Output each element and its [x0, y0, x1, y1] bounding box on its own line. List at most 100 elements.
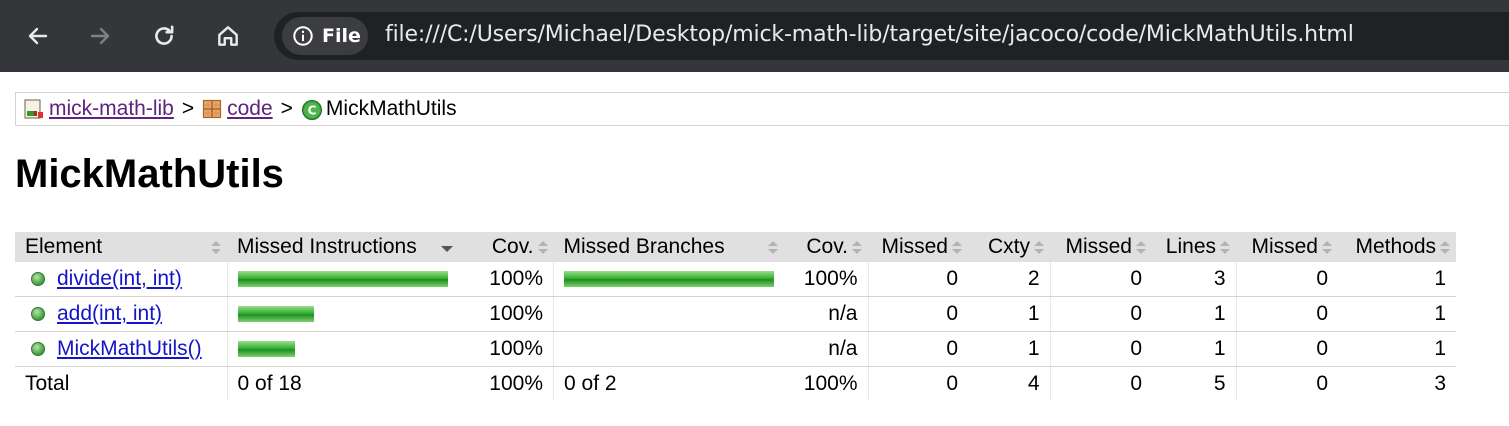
report-icon [24, 99, 44, 119]
home-button[interactable] [208, 16, 248, 56]
arrow-right-icon [90, 27, 110, 45]
instr-bar-cell [226, 331, 458, 367]
branch-bar-cell [553, 331, 784, 367]
methods: 1 [1338, 331, 1456, 367]
breadcrumb-current: MickMathUtils [325, 97, 457, 120]
branch-cov: n/a [784, 296, 868, 332]
sort-icon [1322, 241, 1332, 255]
total-cxty: 4 [1027, 372, 1040, 395]
browser-toolbar: File file:///C:/Users/Michael/Desktop/mi… [0, 0, 1509, 72]
sort-desc-icon [440, 241, 453, 255]
sort-icon [952, 241, 962, 255]
header-cxty[interactable]: Cxty [968, 232, 1050, 262]
sort-icon [852, 241, 862, 255]
breadcrumb-package-link[interactable]: code [227, 97, 273, 121]
instr-cov: 100% [457, 262, 554, 297]
method-link[interactable]: add(int, int) [57, 302, 162, 326]
header-element[interactable]: Element [15, 232, 227, 262]
instr-coverage-bar [237, 271, 448, 287]
missed-methods: 0 [1235, 296, 1338, 332]
reload-button[interactable] [144, 16, 184, 56]
total-methods: 3 [1434, 372, 1446, 395]
total-lines: 5 [1213, 372, 1226, 395]
table-row: divide(int, int) 100% 100% 0 2 0 3 0 1 [15, 262, 1456, 297]
header-methods[interactable]: Methods [1338, 232, 1456, 262]
header-instr-cov[interactable]: Cov. [457, 232, 554, 262]
method-icon [31, 272, 45, 286]
header-lines[interactable]: Lines [1152, 232, 1236, 262]
arrow-left-icon [28, 27, 48, 45]
sort-icon [1440, 241, 1450, 255]
info-icon [293, 26, 313, 46]
element-cell: add(int, int) [15, 296, 227, 332]
total-instr-cov: 100% [489, 372, 543, 395]
coverage-table: Element Missed Instructions Cov. Missed … [15, 232, 1456, 401]
element-cell: MickMathUtils() [15, 331, 227, 367]
total-label: Total [25, 372, 70, 395]
element-cell: divide(int, int) [15, 262, 227, 297]
sort-icon [537, 241, 548, 255]
site-info-label: File [322, 25, 361, 47]
instr-cov: 100% [457, 331, 554, 367]
page-title: MickMathUtils [15, 152, 284, 196]
breadcrumb-separator: > [181, 97, 195, 120]
back-button[interactable] [18, 16, 58, 56]
method-icon [31, 307, 45, 321]
site-info-chip[interactable]: File [282, 17, 368, 55]
header-missed-lines[interactable]: Missed [1050, 232, 1152, 262]
header-missed-cxty[interactable]: Missed [868, 232, 968, 262]
instr-bar-cell [226, 262, 458, 297]
missed-cxty: 0 [867, 331, 968, 367]
method-link[interactable]: divide(int, int) [57, 267, 182, 291]
url-text[interactable]: file:///C:/Users/Michael/Desktop/mick-ma… [385, 22, 1354, 47]
instr-coverage-bar [237, 341, 295, 357]
table-row: MickMathUtils() 100% n/a 0 1 0 1 0 1 [15, 331, 1456, 367]
sort-icon [1220, 241, 1230, 255]
sort-icon [1136, 241, 1146, 255]
total-missed-methods: 0 [1235, 366, 1338, 401]
branch-coverage-bar [564, 271, 774, 287]
instr-bar-cell [226, 296, 458, 332]
table-row: add(int, int) 100% n/a 0 1 0 1 0 1 [15, 296, 1456, 332]
sort-icon [768, 241, 778, 255]
cxty: 2 [968, 262, 1050, 297]
missed-cxty: 0 [867, 262, 968, 297]
breadcrumb: mick-math-lib > code > C MickMathUtils [15, 92, 1509, 126]
address-bar[interactable]: File file:///C:/Users/Michael/Desktop/mi… [274, 12, 1509, 60]
forward-button[interactable] [80, 16, 120, 56]
table-total-row: Total 0 of 18 100% 0 of 2 100% 0 4 0 5 0… [15, 366, 1456, 401]
lines: 3 [1152, 262, 1236, 297]
methods: 1 [1338, 262, 1456, 297]
header-missed-instructions[interactable]: Missed Instructions [227, 232, 458, 262]
method-icon [31, 342, 45, 356]
branch-cov: n/a [784, 331, 868, 367]
missed-methods: 0 [1235, 331, 1338, 367]
branch-cov: 100% [784, 262, 868, 297]
methods: 1 [1338, 296, 1456, 332]
missed-lines: 0 [1049, 296, 1152, 332]
missed-cxty: 0 [867, 296, 968, 332]
total-missed-cxty: 0 [867, 366, 968, 401]
header-missed-methods[interactable]: Missed [1236, 232, 1338, 262]
branch-bar-cell [553, 296, 784, 332]
sort-icon [1034, 241, 1044, 255]
reload-icon [155, 25, 174, 45]
lines: 1 [1152, 331, 1236, 367]
method-link[interactable]: MickMathUtils() [57, 337, 202, 361]
package-icon [202, 99, 222, 119]
instr-cov: 100% [457, 296, 554, 332]
header-branch-cov[interactable]: Cov. [784, 232, 868, 262]
header-missed-branches[interactable]: Missed Branches [553, 232, 784, 262]
cxty: 1 [968, 296, 1050, 332]
lines: 1 [1152, 296, 1236, 332]
home-icon [218, 26, 238, 46]
missed-lines: 0 [1049, 262, 1152, 297]
breadcrumb-separator: > [280, 97, 293, 120]
missed-lines: 0 [1049, 331, 1152, 367]
total-missed-lines: 0 [1049, 366, 1152, 401]
breadcrumb-report-link[interactable]: mick-math-lib [49, 97, 174, 121]
table-header-row: Element Missed Instructions Cov. Missed … [15, 232, 1456, 262]
instr-coverage-bar [237, 306, 314, 322]
total-instructions: 0 of 18 [226, 366, 458, 401]
total-branch-cov: 100% [803, 372, 858, 395]
